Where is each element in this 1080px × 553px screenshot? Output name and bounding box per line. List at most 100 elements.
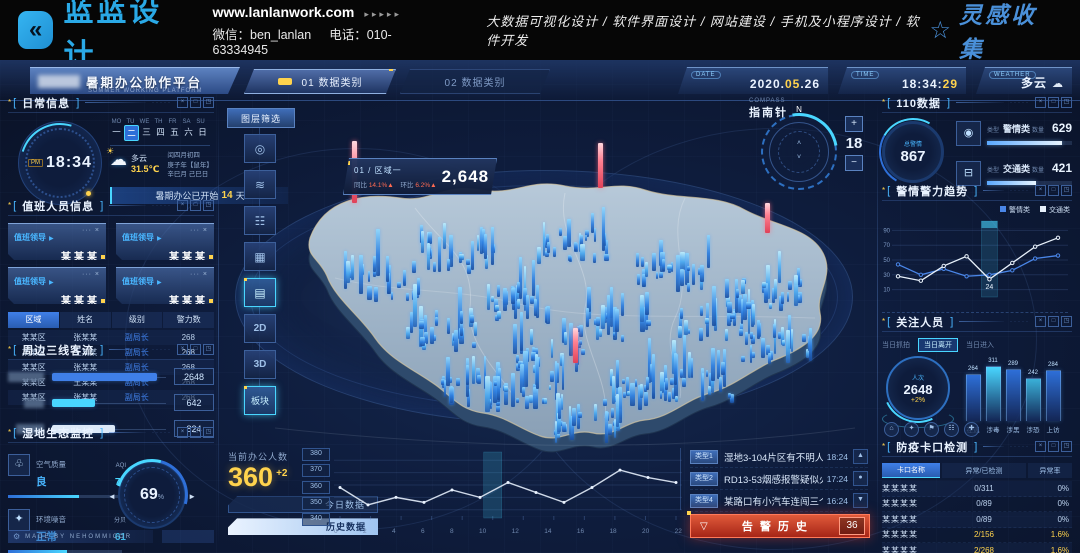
- alert-history-button[interactable]: ▽ 告警历史 36: [690, 514, 870, 538]
- chart-layer-button[interactable]: ▤: [244, 278, 276, 307]
- col-abnormal-rate[interactable]: 异常率: [1028, 463, 1072, 478]
- map-bar: [553, 247, 556, 258]
- bottom-belt: 当前办公人数 360+2 今日数据 历史数据 380370360350340 0…: [222, 444, 877, 548]
- panel-close-icon[interactable]: ×: [177, 97, 188, 108]
- cloud-icon: ☁: [1052, 78, 1064, 90]
- panel-expand-icon[interactable]: ◳: [203, 97, 214, 108]
- map-bar: [622, 379, 625, 384]
- camera-layer-button[interactable]: ◎: [244, 134, 276, 163]
- map-bar: [497, 285, 500, 297]
- trend-chart[interactable]: 907050301024: [882, 217, 1068, 307]
- layer-filter-title: 图层筛选: [227, 108, 295, 128]
- scroll-dot[interactable]: ●: [853, 471, 868, 486]
- inspiration-collect[interactable]: ☆ 灵感收集: [930, 0, 1055, 64]
- panel-expand-icon[interactable]: ◳: [1061, 441, 1072, 452]
- map-bar: [665, 378, 668, 390]
- panel-close-icon[interactable]: ×: [177, 344, 188, 355]
- map-bar: [517, 282, 520, 293]
- star-icon[interactable]: ✦: [904, 422, 919, 437]
- tab-captured-today[interactable]: 当日抓拍: [882, 340, 910, 350]
- panel-expand-icon[interactable]: ◳: [1061, 316, 1072, 327]
- duty-leader-card[interactable]: 值班领导▶··· ×某某某: [116, 267, 214, 304]
- website-link[interactable]: www.lanlanwork.com: [213, 4, 355, 20]
- panel-window-icon[interactable]: □: [1048, 185, 1059, 196]
- arrow-left-icon[interactable]: ◄: [108, 492, 116, 501]
- map-bar: [368, 271, 370, 282]
- tab-left-today[interactable]: 当日离开: [918, 338, 958, 352]
- map-bar: [809, 328, 813, 361]
- focus-bar-chart[interactable]: 264在逃311涉毒289涉黑242涉恐284上访: [966, 354, 1068, 434]
- alert-item[interactable]: 类型4某路口有小汽车连闯三个红灯16:24: [690, 490, 868, 512]
- map-bar: [680, 252, 685, 270]
- panel-window-icon[interactable]: □: [190, 344, 201, 355]
- view-3d-button[interactable]: 3D: [244, 350, 276, 379]
- panel-expand-icon[interactable]: ◳: [203, 344, 214, 355]
- signal-layer-button[interactable]: ≋: [244, 170, 276, 199]
- zoom-in-button[interactable]: +: [845, 116, 863, 132]
- tab-data-category-2[interactable]: 02 数据类别: [400, 69, 550, 94]
- panel-window-icon[interactable]: □: [190, 97, 201, 108]
- map-bar: [603, 399, 607, 406]
- building-layer-button[interactable]: ▦: [244, 242, 276, 271]
- checkpoint-row[interactable]: 某某某某2/1561.6%: [882, 528, 1072, 544]
- checkpoint-row[interactable]: 某某某某0/3110%: [882, 481, 1072, 497]
- alarm-type-row: ◉ 类型警情类 数量629: [956, 119, 1072, 155]
- panel-close-icon[interactable]: ×: [177, 200, 188, 211]
- scroll-up-button[interactable]: ▲: [853, 449, 868, 464]
- zoom-out-button[interactable]: −: [845, 155, 863, 171]
- panel-expand-icon[interactable]: ◳: [1061, 97, 1072, 108]
- time-label: TIME: [851, 71, 879, 79]
- home-icon[interactable]: ⌂: [884, 422, 899, 437]
- map-bar: [513, 324, 518, 354]
- tab-data-category-1[interactable]: 01 数据类别: [244, 69, 396, 94]
- flow-bar: [52, 373, 157, 381]
- panel-close-icon[interactable]: ×: [1035, 441, 1046, 452]
- x-axis-label: 20: [642, 528, 649, 535]
- map-bar: [561, 394, 564, 410]
- panel-close-icon[interactable]: ×: [1035, 316, 1046, 327]
- map-bar: [519, 257, 522, 299]
- panel-window-icon[interactable]: □: [1048, 97, 1059, 108]
- checkpoint-row[interactable]: 某某某某2/2681.6%: [882, 543, 1072, 553]
- legend-swatch: [1040, 206, 1046, 212]
- map-bar: [757, 320, 760, 340]
- person-icon[interactable]: ☷: [944, 422, 959, 437]
- people-layer-button[interactable]: ☷: [244, 206, 276, 235]
- duty-leader-card[interactable]: 值班领导▶··· ×某某某: [8, 267, 106, 304]
- view-2d-button[interactable]: 2D: [244, 314, 276, 343]
- map-bar: [580, 244, 584, 261]
- panel-window-icon[interactable]: □: [190, 427, 201, 438]
- alert-item[interactable]: 类型1湿地3-104片区有不明人员闯入18:24: [690, 446, 868, 468]
- panel-close-icon[interactable]: ×: [177, 427, 188, 438]
- duty-leader-card[interactable]: 值班领导▶··· ×某某某: [8, 223, 106, 260]
- noise-icon: ✦: [8, 509, 30, 531]
- panel-close-icon[interactable]: ×: [1035, 97, 1046, 108]
- tab-entered-today[interactable]: 当日进入: [966, 340, 994, 350]
- scroll-down-button[interactable]: ▼: [853, 493, 868, 508]
- map-bar: [585, 235, 588, 242]
- panel-window-icon[interactable]: □: [190, 200, 201, 211]
- office-line-chart[interactable]: [334, 448, 682, 526]
- duty-leader-card[interactable]: 值班领导▶··· ×某某某: [116, 223, 214, 260]
- panel-expand-icon[interactable]: ◳: [1061, 185, 1072, 196]
- block-mode-button[interactable]: 板块: [244, 386, 276, 415]
- y-axis-label: 380: [302, 448, 330, 461]
- map-bar: [549, 385, 551, 391]
- panel-window-icon[interactable]: □: [1048, 441, 1059, 452]
- col-abnormal-checked[interactable]: 异常/已检测: [942, 463, 1026, 478]
- panel-expand-icon[interactable]: ◳: [203, 427, 214, 438]
- panel-window-icon[interactable]: □: [1048, 316, 1059, 327]
- arrow-right-icon[interactable]: ►: [188, 492, 196, 501]
- checkpoint-row[interactable]: 某某某某0/890%: [882, 512, 1072, 528]
- map-bar: [567, 219, 571, 247]
- map-bar: [646, 320, 651, 326]
- panel-close-icon[interactable]: ×: [1035, 185, 1046, 196]
- map-bar: [616, 394, 620, 427]
- flag-icon[interactable]: ⚑: [924, 422, 939, 437]
- map-bar: [691, 358, 693, 378]
- col-checkpoint-name[interactable]: 卡口名称: [882, 463, 940, 478]
- checkpoint-row[interactable]: 某某某某0/890%: [882, 497, 1072, 513]
- plus-icon[interactable]: ✚: [964, 422, 979, 437]
- panel-expand-icon[interactable]: ◳: [203, 200, 214, 211]
- alert-item[interactable]: 类型2RD13-53烟感报警疑似火灾17:24: [690, 468, 868, 490]
